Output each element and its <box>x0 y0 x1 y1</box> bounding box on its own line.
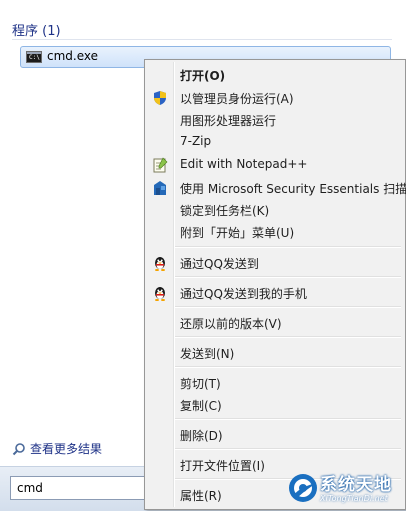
menu-item-send-via-qq[interactable]: 通过QQ发送到 <box>147 252 403 274</box>
menu-item-run-as-admin[interactable]: 以管理员身份运行(A) <box>147 87 403 109</box>
menu-item-run-with-gpu[interactable]: 用图形处理器运行 <box>147 109 403 131</box>
menu-separator <box>175 306 401 308</box>
watermark-url: XiTongTianDi.net <box>320 494 388 503</box>
menu-item-label: 打开(O) <box>180 69 226 83</box>
see-more-results-label: 查看更多结果 <box>30 442 103 456</box>
menu-item-label: 附到「开始」菜单(U) <box>180 226 295 240</box>
search-result-label: cmd.exe <box>47 49 99 63</box>
site-watermark: 系统天地 XiTongTianDi.net <box>284 466 406 510</box>
cmd-icon: C:\ <box>26 51 42 63</box>
search-input[interactable] <box>10 476 160 500</box>
context-menu: 打开(O) 以管理员身份运行(A) 用图形处理器运行 7-Zip Edit wi… <box>144 59 406 510</box>
menu-item-send-to-phone-via-qq[interactable]: 通过QQ发送到我的手机 <box>147 282 403 304</box>
menu-item-label: 剪切(T) <box>180 377 221 391</box>
menu-item-label: 使用 Microsoft Security Essentials 扫描... <box>180 182 406 196</box>
menu-separator <box>175 448 401 450</box>
menu-item-pin-to-taskbar[interactable]: 锁定到任务栏(K) <box>147 199 403 221</box>
search-icon <box>12 442 25 455</box>
menu-item-send-to[interactable]: 发送到(N) <box>147 342 403 364</box>
see-more-results-link[interactable]: 查看更多结果 <box>12 440 102 457</box>
menu-item-7zip[interactable]: 7-Zip <box>147 131 403 153</box>
menu-item-open[interactable]: 打开(O) <box>147 64 403 86</box>
notepad-plus-plus-icon <box>153 157 168 173</box>
menu-item-label: 发送到(N) <box>180 347 235 361</box>
watermark-logo-icon <box>289 474 317 502</box>
section-divider <box>12 39 392 40</box>
menu-item-edit-notepad-plus-plus[interactable]: Edit with Notepad++ <box>147 154 403 176</box>
menu-item-label: 还原以前的版本(V) <box>180 317 282 331</box>
menu-item-label: 打开文件位置(I) <box>180 459 265 473</box>
menu-separator <box>175 276 401 278</box>
menu-separator <box>175 418 401 420</box>
uac-shield-icon <box>154 91 166 105</box>
menu-item-label: 删除(D) <box>180 429 223 443</box>
menu-item-pin-to-start[interactable]: 附到「开始」菜单(U) <box>147 221 403 243</box>
menu-separator <box>175 336 401 338</box>
qq-penguin-icon <box>155 257 165 271</box>
qq-penguin-icon <box>155 287 165 301</box>
menu-item-label: 用图形处理器运行 <box>180 114 277 128</box>
menu-item-label: Edit with Notepad++ <box>180 157 308 171</box>
watermark-name: 系统天地 <box>320 475 392 495</box>
menu-separator <box>175 366 401 368</box>
menu-item-label: 属性(R) <box>180 489 222 503</box>
menu-item-label: 7-Zip <box>180 134 212 148</box>
menu-item-label: 通过QQ发送到 <box>180 257 259 271</box>
security-essentials-icon <box>154 181 166 195</box>
menu-item-label: 通过QQ发送到我的手机 <box>180 287 307 301</box>
menu-item-label: 复制(C) <box>180 399 222 413</box>
menu-separator <box>175 246 401 248</box>
menu-item-delete[interactable]: 删除(D) <box>147 424 403 446</box>
menu-item-restore-previous-versions[interactable]: 还原以前的版本(V) <box>147 312 403 334</box>
menu-item-label: 锁定到任务栏(K) <box>180 204 270 218</box>
menu-item-cut[interactable]: 剪切(T) <box>147 372 403 394</box>
menu-item-copy[interactable]: 复制(C) <box>147 394 403 416</box>
menu-item-mse-scan[interactable]: 使用 Microsoft Security Essentials 扫描... <box>147 177 406 199</box>
menu-item-label: 以管理员身份运行(A) <box>180 92 294 106</box>
programs-section-header: 程序 (1) <box>12 24 61 39</box>
